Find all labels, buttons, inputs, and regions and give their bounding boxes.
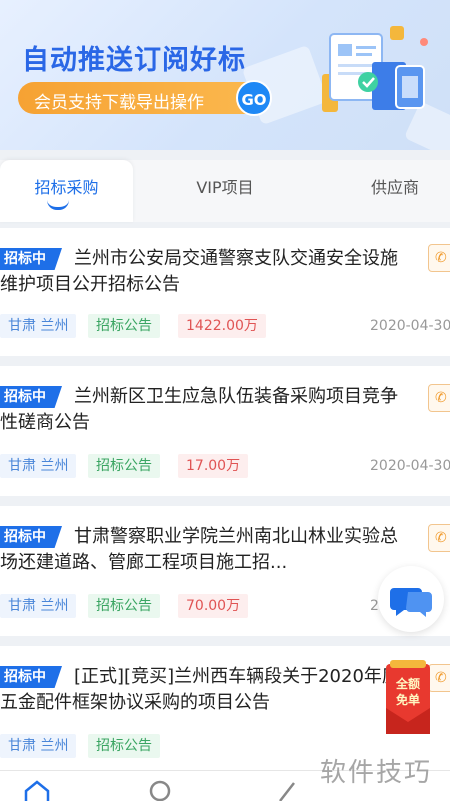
amount-tag: 17.00万 — [178, 454, 249, 478]
phone-icon[interactable]: ✆ — [428, 384, 450, 412]
watermark-text: 软件技巧 — [320, 758, 433, 788]
home-icon[interactable] — [22, 777, 52, 801]
free-order-coupon-icon[interactable]: 全额 免单 — [384, 660, 432, 736]
type-tag: 招标公告 — [88, 454, 160, 478]
coupon-line1: 全额 — [395, 676, 420, 691]
chat-button[interactable] — [378, 566, 444, 632]
document-illustration-icon — [322, 26, 428, 112]
listing-date: 2020-04-30 — [370, 458, 450, 474]
listing-card[interactable]: 招标中 兰州新区卫生应急队伍装备采购项目竞争性磋商公告 ✆ 甘肃 兰州 招标公告… — [0, 366, 450, 496]
type-tag: 招标公告 — [88, 594, 160, 618]
region-tag: 甘肃 兰州 — [0, 594, 77, 618]
tab-bar: 招标采购 VIP项目 供应商 — [0, 160, 450, 222]
tab-label: 招标采购 — [34, 178, 99, 197]
phone-icon[interactable]: ✆ — [428, 524, 450, 552]
amount-tag: 1422.00万 — [178, 314, 266, 338]
listing-date: 2020-04-30 — [370, 318, 450, 334]
listing-title[interactable]: 兰州新区卫生应急队伍装备采购项目竞争性磋商公告 — [0, 384, 405, 436]
go-button[interactable]: GO — [236, 80, 272, 116]
tab-bidding-procurement[interactable]: 招标采购 — [0, 160, 133, 222]
region-tag: 甘肃 兰州 — [0, 734, 77, 758]
promo-banner[interactable]: 自动推送订阅好标 会员支持下载导出操作 GO — [0, 0, 450, 150]
phone-icon[interactable]: ✆ — [428, 244, 450, 272]
tab-suppliers[interactable]: 供应商 — [340, 160, 450, 222]
listing-title[interactable]: [正式][竞买]兰州西车辆段关于2020年度五金配件框架协议采购的项目公告 — [0, 664, 405, 716]
listing-title[interactable]: 甘肃警察职业学院兰州南北山林业实验总场还建道路、管廊工程项目施工招... — [0, 524, 405, 576]
tab-label: VIP项目 — [196, 178, 254, 197]
chat-bubbles-icon — [390, 588, 432, 617]
active-tab-indicator — [47, 200, 69, 210]
type-tag: 招标公告 — [88, 314, 160, 338]
region-tag: 甘肃 兰州 — [0, 454, 77, 478]
search-icon[interactable] — [146, 777, 176, 801]
type-tag: 招标公告 — [88, 734, 160, 758]
listing-card[interactable]: 招标中 兰州市公安局交通警察支队交通安全设施维护项目公开招标公告 ✆ 甘肃 兰州… — [0, 228, 450, 356]
tab-vip-projects[interactable]: VIP项目 — [160, 160, 290, 222]
listing-title[interactable]: 兰州市公安局交通警察支队交通安全设施维护项目公开招标公告 — [0, 246, 405, 298]
pen-icon[interactable] — [272, 777, 302, 801]
banner-title: 自动推送订阅好标 — [22, 45, 246, 76]
amount-tag: 70.00万 — [178, 594, 249, 618]
banner-subtitle-pill: 会员支持下载导出操作 — [18, 82, 268, 114]
banner-subtitle: 会员支持下载导出操作 — [34, 93, 204, 113]
region-tag: 甘肃 兰州 — [0, 314, 77, 338]
coupon-line2: 免单 — [396, 692, 420, 707]
tab-label: 供应商 — [370, 178, 419, 197]
